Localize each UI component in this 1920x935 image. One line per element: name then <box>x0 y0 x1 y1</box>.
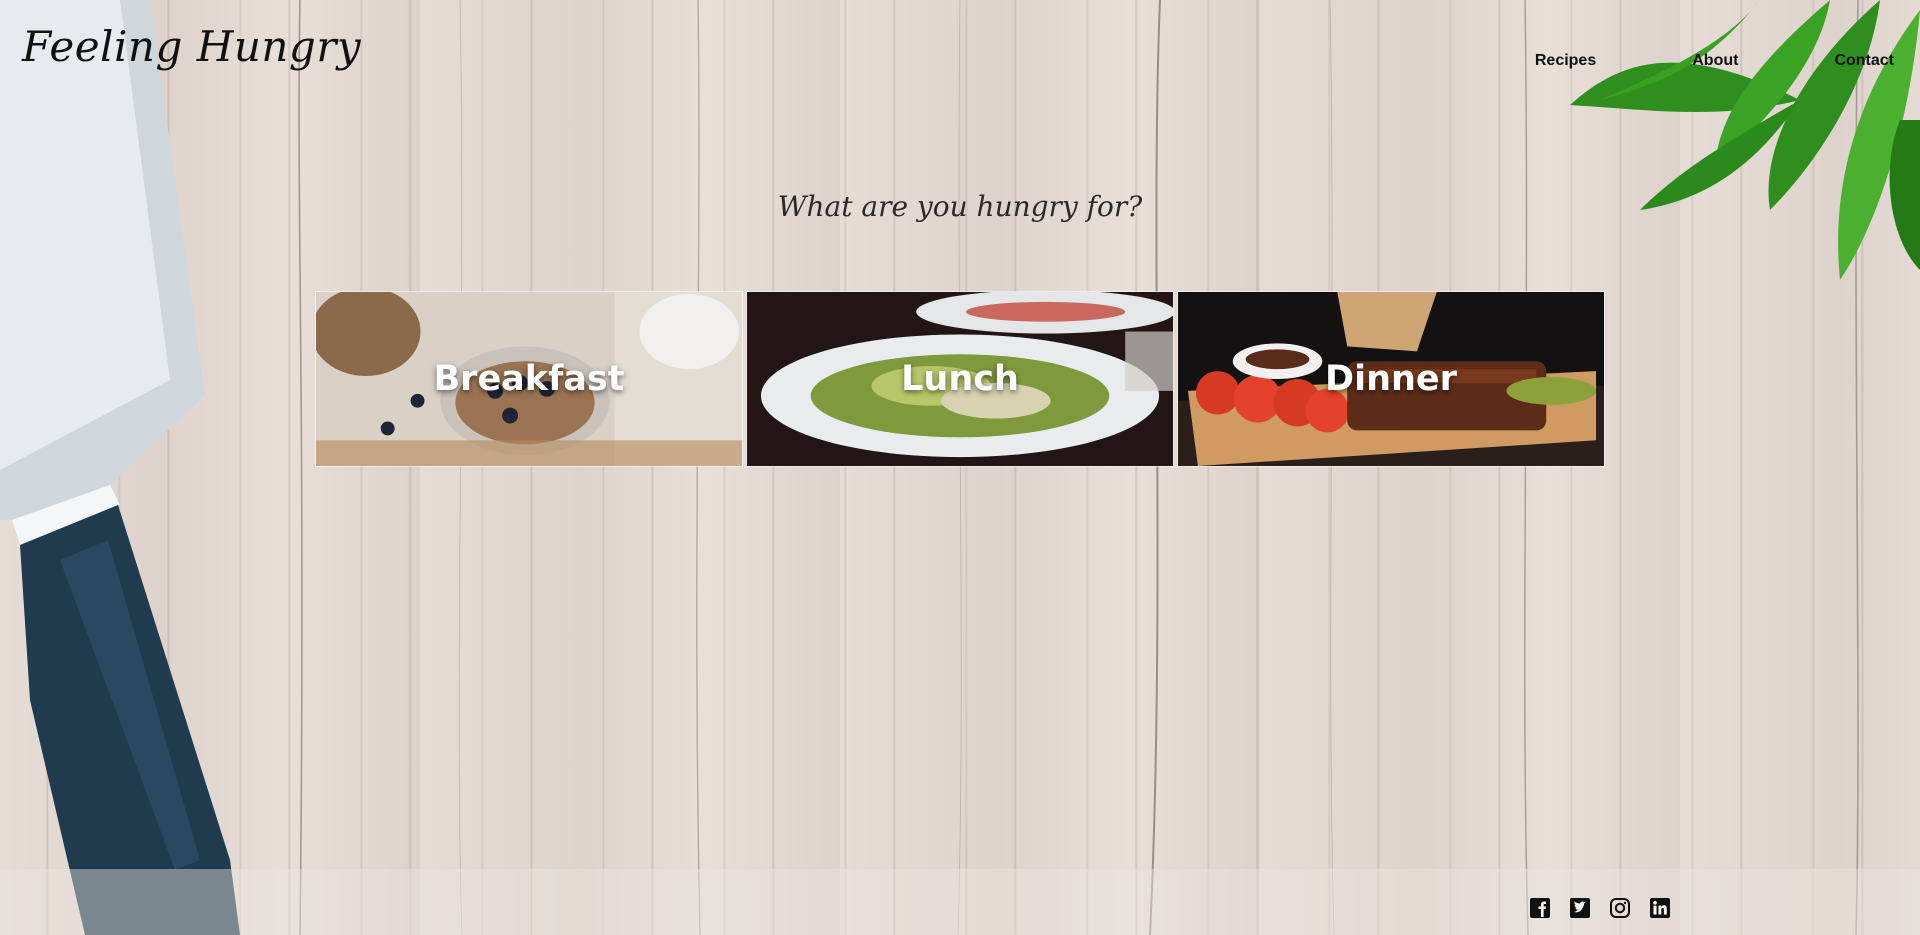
herbs-decoration <box>1570 0 1920 280</box>
category-card-lunch[interactable]: Lunch <box>746 291 1174 467</box>
footer <box>0 869 1920 935</box>
nav-contact[interactable]: Contact <box>1834 52 1894 70</box>
category-card-dinner[interactable]: Dinner <box>1177 291 1605 467</box>
main-nav: Recipes About Contact <box>1439 52 1894 70</box>
site-logo[interactable]: Feeling Hungry <box>22 22 361 71</box>
instagram-icon[interactable] <box>1609 897 1631 919</box>
facebook-icon[interactable] <box>1529 897 1551 919</box>
linkedin-icon[interactable] <box>1649 897 1671 919</box>
twitter-icon[interactable] <box>1569 897 1591 919</box>
page-headline: What are you hungry for? <box>777 190 1143 223</box>
nav-about[interactable]: About <box>1692 52 1738 70</box>
social-links <box>1529 897 1671 919</box>
knife-decoration <box>0 0 240 935</box>
nav-recipes[interactable]: Recipes <box>1535 52 1596 70</box>
category-card-breakfast[interactable]: Breakfast <box>315 291 743 467</box>
category-cards: Breakfast Lunch Dinner <box>315 291 1605 467</box>
category-label: Lunch <box>901 359 1019 399</box>
category-label: Breakfast <box>433 359 625 399</box>
category-label: Dinner <box>1325 359 1457 399</box>
